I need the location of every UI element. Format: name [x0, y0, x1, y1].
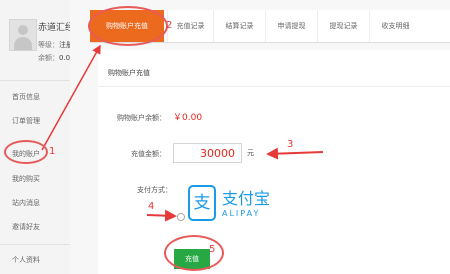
annotation-arrow-3 — [266, 147, 324, 160]
annotation-ring-1 — [4, 140, 48, 164]
annotation-ring-2 — [88, 6, 168, 46]
annotation-3: 3 — [287, 139, 294, 150]
annotation-1: 1 — [49, 146, 56, 157]
annotation-arrow-1 — [41, 44, 101, 151]
annotation-4: 4 — [148, 201, 155, 212]
annotation-2: 2 — [166, 20, 173, 31]
annotation-arrows — [41, 44, 324, 222]
annotation-arrow-4 — [146, 209, 177, 222]
annotation-5: 5 — [209, 244, 216, 255]
